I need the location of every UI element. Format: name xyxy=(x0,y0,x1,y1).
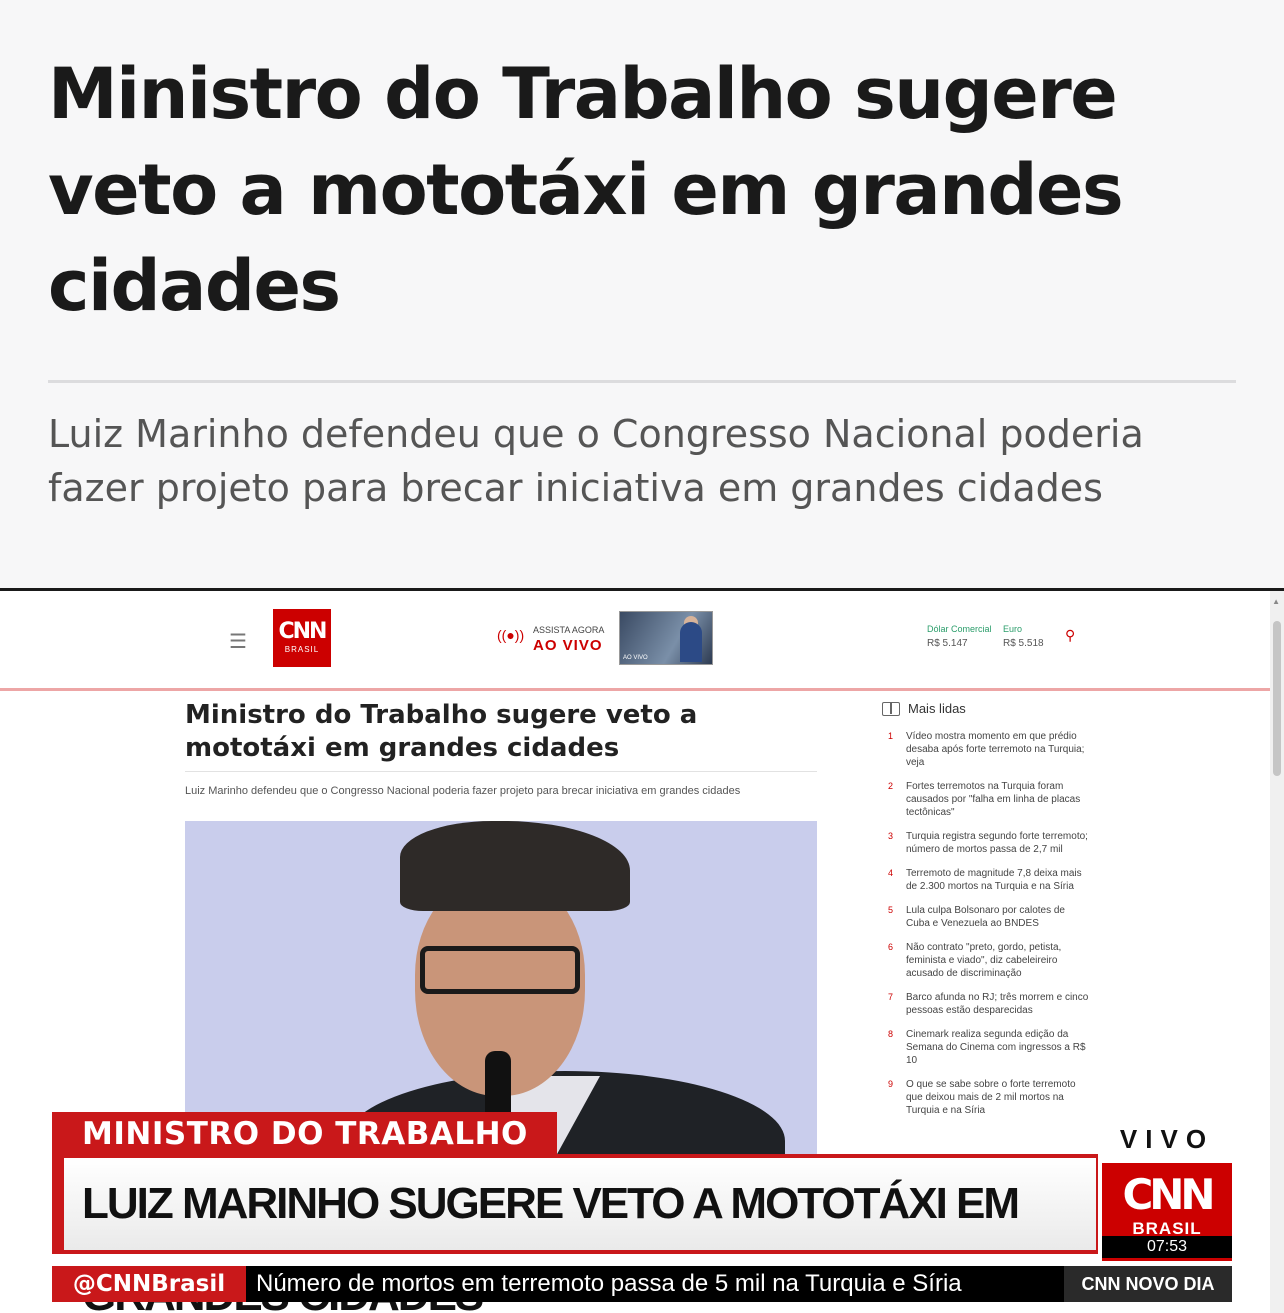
currency-label: Dólar Comercial xyxy=(927,624,992,634)
live-label-small[interactable]: ASSISTA AGORA xyxy=(533,625,604,635)
article-header: Ministro do Trabalho sugere veto a motot… xyxy=(0,0,1284,590)
overlay-logo-text: CNN xyxy=(1122,1170,1215,1219)
most-read-link[interactable]: Lula culpa Bolsonaro por calotes de Cuba… xyxy=(906,904,1090,930)
photo-glasses xyxy=(420,946,580,994)
book-icon xyxy=(882,701,900,716)
most-read-sidebar: Mais lidas 1 Vídeo mostra momento em que … xyxy=(882,701,1102,1128)
most-read-number: 8 xyxy=(888,1029,894,1039)
ticker-text: Número de mortos em terremoto passa de 5… xyxy=(256,1270,962,1297)
currency-value: R$ 5.518 xyxy=(1003,638,1044,649)
thumb-tag: AO VIVO xyxy=(623,655,648,661)
most-read-item[interactable]: 1 Vídeo mostra momento em que prédio desa… xyxy=(882,730,1102,769)
most-read-item[interactable]: 8 Cinemark realiza segunda edição da Sema… xyxy=(882,1028,1102,1067)
most-read-link[interactable]: Fortes terremotos na Turquia foram causa… xyxy=(906,780,1090,819)
overlay-vivo-label: VIVO xyxy=(1119,1124,1215,1154)
article-subtitle: Luiz Marinho defendeu que o Congresso Na… xyxy=(48,412,1144,510)
most-read-number: 7 xyxy=(888,992,894,1002)
most-read-item[interactable]: 6 Não contrato "preto, gordo, petista, fe… xyxy=(882,941,1102,980)
photo-hair xyxy=(400,821,630,911)
overlay-topic: MINISTRO DO TRABALHO xyxy=(52,1112,557,1156)
news-ticker: @CNNBrasil Número de mortos em terremoto… xyxy=(52,1266,1232,1302)
most-read-link[interactable]: Não contrato "preto, gordo, petista, fem… xyxy=(906,941,1090,980)
most-read-number: 4 xyxy=(888,868,894,878)
most-read-item[interactable]: 2 Fortes terremotos na Turquia foram caus… xyxy=(882,780,1102,819)
currency-label: Euro xyxy=(1003,624,1023,634)
search-icon[interactable]: ⚲ xyxy=(1065,627,1075,644)
ticker-handle: @CNNBrasil xyxy=(52,1266,246,1302)
most-read-link[interactable]: Turquia registra segundo forte terremoto… xyxy=(906,830,1090,856)
most-read-item[interactable]: 7 Barco afunda no RJ; três morrem e cinco… xyxy=(882,991,1102,1017)
broadcast-icon[interactable]: ((●)) xyxy=(497,627,524,643)
most-read-link[interactable]: Terremoto de magnitude 7,8 deixa mais de… xyxy=(906,867,1090,893)
most-read-link[interactable]: Barco afunda no RJ; três morrem e cinco … xyxy=(906,991,1090,1017)
most-read-item[interactable]: 3 Turquia registra segundo forte terremot… xyxy=(882,830,1102,856)
currency-value: R$ 5.147 xyxy=(927,638,968,649)
most-read-item[interactable]: 4 Terremoto de magnitude 7,8 deixa mais d… xyxy=(882,867,1102,893)
embedded-article-subtitle: Luiz Marinho defendeu que o Congresso Na… xyxy=(185,785,741,797)
logo-subtext: BRASIL xyxy=(284,645,320,654)
scrollbar[interactable]: ▲ xyxy=(1270,591,1284,1313)
most-read-number: 1 xyxy=(888,731,894,741)
most-read-number: 9 xyxy=(888,1079,894,1089)
embedded-article-title: Ministro do Trabalho sugere veto a motot… xyxy=(185,700,698,763)
thumb-person-body xyxy=(680,622,702,662)
article-headline: Ministro do Trabalho sugere veto a motot… xyxy=(48,53,1124,327)
overlay-clock: 07:53 xyxy=(1102,1236,1232,1258)
overlay-headline-box: LUIZ MARINHO SUGERE VETO A MOTOTÁXI EM G… xyxy=(52,1154,1098,1313)
most-read-title: Mais lidas xyxy=(908,701,966,716)
embedded-screenshot: ▲ ☰ CNN BRASIL ((●)) ASSISTA AGORA AO VI… xyxy=(0,588,1284,1313)
most-read-number: 5 xyxy=(888,905,894,915)
cnn-logo[interactable]: CNN BRASIL xyxy=(273,609,331,667)
menu-icon[interactable]: ☰ xyxy=(229,629,247,654)
scroll-up-arrow-icon[interactable]: ▲ xyxy=(1272,597,1280,606)
live-thumbnail[interactable]: AO VIVO xyxy=(619,611,713,665)
divider xyxy=(48,380,1236,383)
currency-dolar: Dólar Comercial R$ 5.147 xyxy=(927,624,992,649)
most-read-link[interactable]: Vídeo mostra momento em que prédio desab… xyxy=(906,730,1090,769)
header-divider xyxy=(0,688,1270,691)
most-read-item[interactable]: 9 O que se sabe sobre o forte terremoto q… xyxy=(882,1078,1102,1117)
ticker-show-name: CNN NOVO DIA xyxy=(1064,1266,1232,1302)
scrollbar-thumb[interactable] xyxy=(1273,621,1281,776)
currency-euro: Euro R$ 5.518 xyxy=(1003,624,1044,649)
logo-text: CNN xyxy=(278,619,328,644)
most-read-list: 1 Vídeo mostra momento em que prédio desa… xyxy=(882,730,1102,1117)
most-read-number: 6 xyxy=(888,942,894,952)
most-read-link[interactable]: O que se sabe sobre o forte terremoto qu… xyxy=(906,1078,1090,1117)
most-read-item[interactable]: 5 Lula culpa Bolsonaro por calotes de Cub… xyxy=(882,904,1102,930)
most-read-link[interactable]: Cinemark realiza segunda edição da Seman… xyxy=(906,1028,1090,1067)
overlay-headline: LUIZ MARINHO SUGERE VETO A MOTOTÁXI EM G… xyxy=(64,1158,1096,1313)
most-read-number: 3 xyxy=(888,831,894,841)
most-read-heading: Mais lidas xyxy=(882,701,1102,716)
site-header: ☰ CNN BRASIL ((●)) ASSISTA AGORA AO VIVO… xyxy=(0,591,1270,689)
most-read-number: 2 xyxy=(888,781,894,791)
divider xyxy=(185,771,817,772)
live-label[interactable]: AO VIVO xyxy=(533,637,603,654)
